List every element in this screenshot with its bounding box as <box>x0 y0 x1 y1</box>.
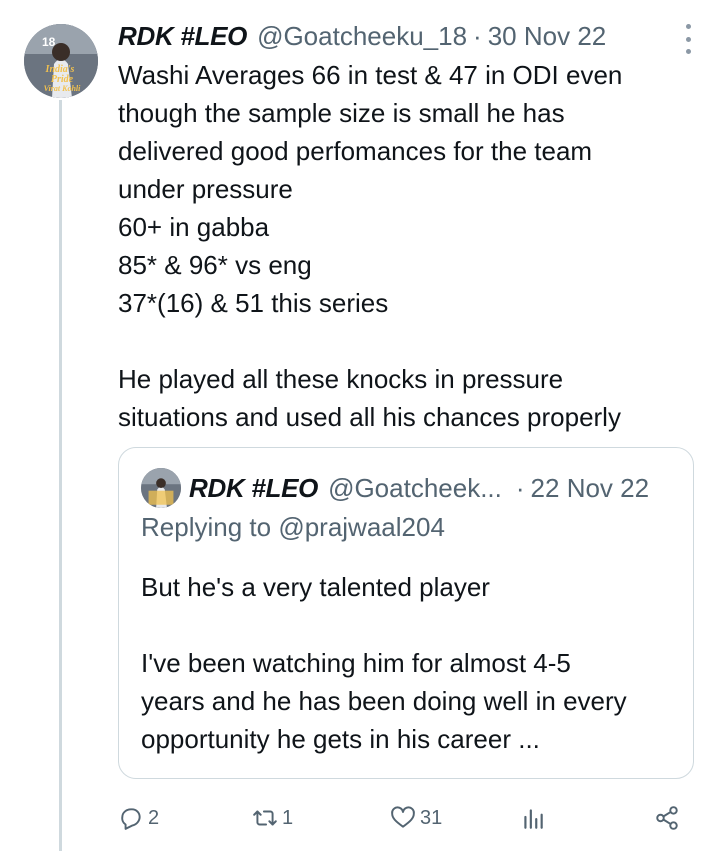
reply-count: 2 <box>148 806 160 829</box>
tweet-text-line: He played all these knocks in pressure <box>118 364 564 394</box>
tweet-text: Washi Averages 66 in test & 47 in ODI ev… <box>118 56 698 436</box>
share-button[interactable] <box>654 800 680 836</box>
heart-icon <box>390 805 416 831</box>
tweet-text-line <box>118 322 698 360</box>
tweet-text-line: 85* & 96* vs eng <box>118 250 312 280</box>
quoted-text-line: opportunity he gets in his career ... <box>141 724 540 754</box>
like-button[interactable]: 31 <box>390 800 442 836</box>
quoted-tweet-card[interactable]: RDK #LEO @Goatcheek... · 22 Nov 22 Reply… <box>118 447 694 779</box>
tweet-text-line: 37*(16) & 51 this series <box>118 288 389 318</box>
author-name[interactable]: RDK #LEO <box>118 21 247 52</box>
quoted-text-line: I've been watching him for almost 4-5 <box>141 648 571 678</box>
tweet-text-line: though the sample size is small he has <box>118 98 565 128</box>
quoted-separator-dot: · <box>515 472 525 503</box>
quoted-text-line <box>141 606 681 644</box>
replying-to-prefix: Replying to <box>141 512 272 542</box>
quoted-author-name: RDK #LEO <box>189 472 319 503</box>
replying-to: Replying to @prajwaal204 <box>141 512 445 543</box>
quoted-text-line: But he's a very talented player <box>141 572 490 602</box>
author-handle[interactable]: @Goatcheeku_18 <box>257 21 467 52</box>
tweet-text-line: Washi Averages 66 in test & 47 in ODI ev… <box>118 60 623 90</box>
separator-dot: · <box>473 20 482 51</box>
quoted-tweet-text: But he's a very talented player I've bee… <box>141 568 681 758</box>
reply-icon <box>118 805 144 831</box>
tweet-text-line: under pressure <box>118 174 293 204</box>
replying-to-mention[interactable]: @prajwaal204 <box>278 512 445 542</box>
tweet-date[interactable]: 30 Nov 22 <box>488 21 607 52</box>
retweet-button[interactable]: 1 <box>252 800 293 836</box>
tweet-text-line: 60+ in gabba <box>118 212 270 242</box>
like-count: 31 <box>420 806 443 829</box>
tweet-text-line: situations and used all his chances prop… <box>118 402 621 432</box>
retweet-icon <box>252 805 278 831</box>
views-icon <box>520 805 546 831</box>
quoted-date: 22 Nov 22 <box>530 472 650 503</box>
quoted-text-line: years and he has been doing well in ever… <box>141 686 627 716</box>
reply-button[interactable]: 2 <box>118 800 159 836</box>
more-options-icon[interactable] <box>684 24 692 54</box>
avatar-caption-3: Virat Kohli <box>44 84 81 93</box>
thread-line <box>59 100 62 851</box>
action-bar: 2 1 31 <box>118 800 698 836</box>
avatar[interactable]: 18 India's Pride Virat Kohli <box>24 24 98 98</box>
views-button[interactable] <box>520 800 546 836</box>
avatar-jersey-number: 18 <box>42 35 56 49</box>
tweet-header: RDK #LEO @Goatcheeku_18 · 30 Nov 22 <box>118 18 680 54</box>
quoted-avatar <box>141 468 181 508</box>
tweet-text-line: delivered good perfomances for the team <box>118 136 593 166</box>
quoted-author-handle: @Goatcheek... <box>328 472 502 503</box>
quoted-header: RDK #LEO @Goatcheek... · 22 Nov 22 <box>189 468 675 508</box>
share-icon <box>654 805 680 831</box>
retweet-count: 1 <box>282 806 294 829</box>
